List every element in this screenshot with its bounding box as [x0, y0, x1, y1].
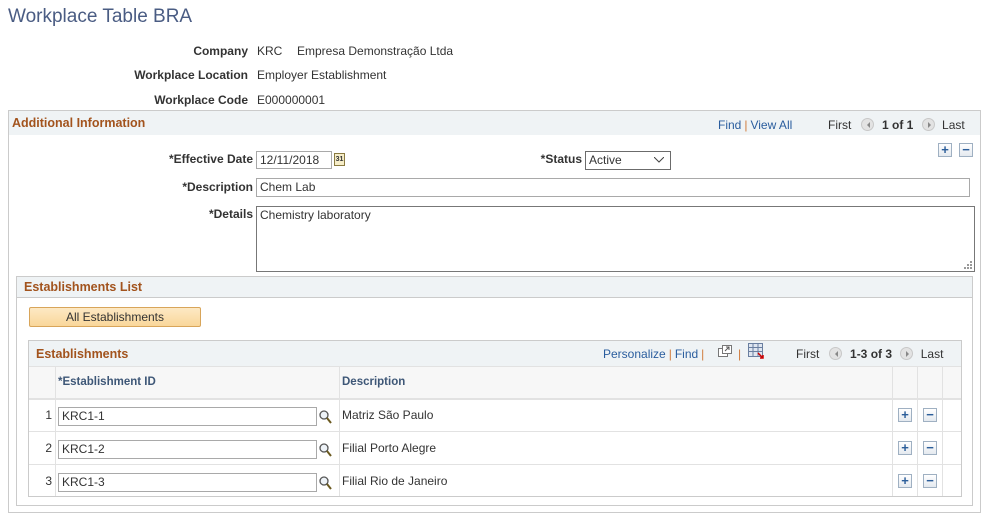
delete-row-button[interactable]: − — [923, 474, 937, 488]
workplace-location-value: Employer Establishment — [257, 68, 387, 82]
row-number: 3 — [45, 474, 52, 488]
previous-arrow-icon[interactable] — [860, 118, 874, 131]
additional-information-title: Additional Information — [12, 116, 146, 130]
workplace-location-label: Workplace Location — [134, 68, 248, 82]
find-link[interactable]: Find — [675, 347, 698, 361]
next-arrow-icon[interactable] — [921, 118, 935, 131]
first-label: First — [796, 347, 820, 361]
status-label: *Status — [540, 152, 582, 166]
workplace-code-value: E000000001 — [257, 93, 326, 107]
search-icon[interactable] — [319, 410, 332, 424]
details-textarea[interactable]: Chemistry laboratory — [256, 206, 975, 272]
workplace-code-label: Workplace Code — [154, 93, 248, 107]
search-icon[interactable] — [319, 443, 332, 457]
add-row-button[interactable]: + — [898, 441, 912, 455]
establishment-description: Filial Porto Alegre — [342, 441, 437, 455]
column-header-description: Description — [342, 376, 406, 388]
page-title: Workplace Table BRA — [8, 6, 193, 27]
chevron-down-icon — [654, 157, 664, 163]
delete-row-button[interactable]: − — [959, 143, 973, 157]
row-number: 1 — [45, 408, 52, 422]
establishments-list-title: Establishments List — [24, 280, 143, 294]
description-input[interactable]: Chem Lab — [256, 178, 970, 197]
add-row-button[interactable]: + — [898, 474, 912, 488]
details-text: Chemistry laboratory — [260, 208, 371, 222]
first-label: First — [828, 118, 852, 132]
company-code: KRC — [257, 44, 283, 58]
add-row-button[interactable]: + — [938, 143, 952, 157]
search-icon[interactable] — [319, 476, 332, 490]
effective-date-input[interactable]: 12/11/2018 — [256, 151, 332, 169]
all-establishments-button[interactable]: All Establishments — [29, 307, 201, 327]
next-arrow-icon[interactable] — [900, 347, 914, 360]
last-label: Last — [920, 347, 944, 361]
separator: | — [701, 347, 705, 361]
row-range: 1-3 of 3 — [850, 347, 893, 361]
personalize-link[interactable]: Personalize — [603, 347, 666, 361]
establishment-description: Matriz São Paulo — [342, 408, 434, 422]
company-name: Empresa Demonstração Ltda — [297, 44, 454, 58]
status-value: Active — [589, 153, 622, 167]
resize-handle-icon[interactable] — [963, 260, 972, 269]
find-link[interactable]: Find — [718, 118, 741, 132]
establishment-id-input[interactable]: KRC1-2 — [58, 440, 317, 459]
grid-column-header-row — [29, 366, 961, 400]
delete-row-button[interactable]: − — [923, 441, 937, 455]
previous-arrow-icon[interactable] — [828, 347, 842, 360]
calendar-icon[interactable]: 31 — [334, 153, 345, 166]
separator: | — [738, 347, 742, 361]
row-number: 2 — [45, 441, 52, 455]
new-window-icon[interactable] — [718, 345, 732, 357]
row-range: 1 of 1 — [882, 118, 914, 132]
add-row-button[interactable]: + — [898, 408, 912, 422]
status-select[interactable]: Active — [585, 151, 671, 170]
separator: | — [744, 118, 748, 132]
description-label: *Description — [182, 180, 253, 194]
last-label: Last — [942, 118, 965, 132]
download-grid-icon[interactable] — [748, 343, 764, 359]
establishments-grid-title: Establishments — [36, 347, 129, 361]
view-all-link[interactable]: View All — [750, 118, 792, 132]
separator: | — [668, 347, 672, 361]
establishment-id-input[interactable]: KRC1-1 — [58, 407, 317, 426]
delete-row-button[interactable]: − — [923, 408, 937, 422]
establishment-id-input[interactable]: KRC1-3 — [58, 473, 317, 492]
company-label: Company — [193, 44, 248, 58]
column-header-establishment-id: *Establishment ID — [58, 376, 156, 388]
establishment-description: Filial Rio de Janeiro — [342, 474, 448, 488]
details-label: *Details — [208, 207, 253, 221]
establishments-list-header — [17, 277, 972, 298]
effective-date-label: *Effective Date — [168, 152, 253, 166]
